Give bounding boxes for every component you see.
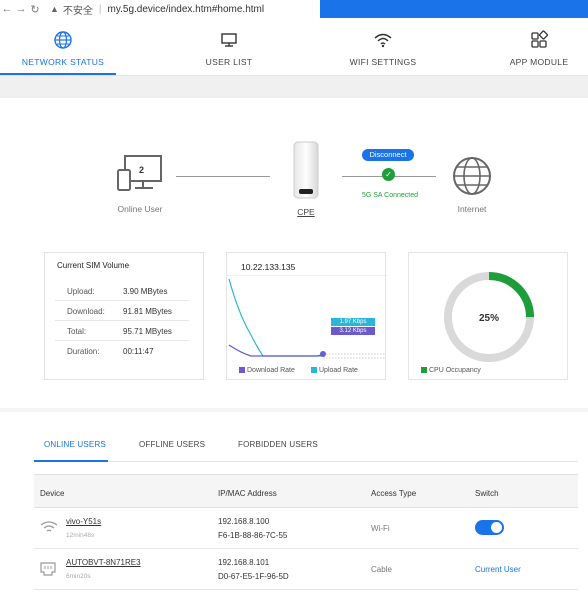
- check-icon: ✓: [382, 168, 395, 181]
- tab-online-users[interactable]: ONLINE USERS: [44, 440, 106, 449]
- tab-forbidden-users[interactable]: FORBIDDEN USERS: [238, 440, 318, 449]
- device-duration: 6min20s: [66, 573, 91, 580]
- device-switch-toggle[interactable]: [475, 520, 504, 535]
- internet-globe-icon: [452, 156, 492, 201]
- cpu-legend: CPU Occupancy: [421, 367, 481, 374]
- tab-label: USER LIST: [205, 57, 253, 67]
- device-mac: D0-67-E5-1F-96-5D: [218, 572, 289, 581]
- cpu-percent: 25%: [478, 313, 499, 324]
- sim-row-download: Download: 91.81 MBytes: [55, 301, 189, 321]
- sim-row-upload: Upload: 3.90 MBytes: [55, 281, 189, 301]
- cpu-legend-swatch: [421, 367, 427, 373]
- device-access-type: Wi-Fi: [371, 524, 390, 533]
- download-rate-badge: 3.12 Kbps: [331, 327, 375, 335]
- globe-icon: [10, 30, 116, 52]
- current-user-label: Current User: [475, 565, 521, 574]
- sim-row-label: Total:: [67, 327, 87, 336]
- device-duration: 12min48s: [66, 532, 95, 539]
- sim-row-duration: Duration: 00:11:47: [55, 341, 189, 361]
- device-name[interactable]: AUTOBVT-8N71RE3: [66, 558, 141, 567]
- table-header: Device IP/MAC Address Access Type Switch: [34, 474, 578, 508]
- device-ip: 192.168.8.101: [218, 558, 270, 567]
- users-section: ONLINE USERS OFFLINE USERS FORBIDDEN USE…: [0, 412, 588, 593]
- upload-rate-line: [228, 278, 323, 357]
- column-header-access-type: Access Type: [371, 489, 417, 498]
- tab-offline-users[interactable]: OFFLINE USERS: [139, 440, 205, 449]
- tabs-divider: [34, 461, 578, 462]
- wifi-icon: [40, 521, 58, 535]
- ethernet-port-icon: [40, 562, 56, 578]
- sim-row-value: 3.90 MBytes: [123, 287, 168, 296]
- warning-icon[interactable]: ▲: [50, 4, 59, 14]
- upload-legend-swatch: [311, 367, 317, 373]
- online-user-count: 2: [139, 165, 145, 175]
- url-separator: |: [98, 3, 102, 15]
- column-header-ip-mac: IP/MAC Address: [218, 489, 277, 498]
- browser-accent-strip: [320, 0, 588, 18]
- upload-rate-badge: 1.97 Kbps: [331, 318, 375, 326]
- sim-volume-title: Current SIM Volume: [57, 261, 130, 270]
- tab-label: WIFI SETTINGS: [349, 57, 417, 67]
- security-label: 不安全: [62, 5, 93, 17]
- sim-row-value: 95.71 MBytes: [123, 327, 172, 336]
- link-line: [176, 176, 270, 177]
- top-navigation: NETWORK STATUS USER LIST WIFI SETTINGS A…: [0, 18, 588, 76]
- tab-label: NETWORK STATUS: [21, 57, 105, 67]
- reload-icon[interactable]: ↻: [28, 3, 42, 16]
- rate-card: 10.22.133.135 1.97 Kbps 3.12 Kbps Downlo…: [226, 252, 387, 380]
- back-icon[interactable]: ←: [0, 3, 14, 15]
- table-row: AUTOBVT-8N71RE3 6min20s 192.168.8.101 D0…: [34, 550, 578, 590]
- tab-label: APP MODULE: [509, 57, 569, 67]
- active-tab-indicator: [0, 73, 116, 75]
- cpu-card: 25% CPU Occupancy: [408, 252, 568, 380]
- device-mac: F6-1B-88-86-7C-55: [218, 531, 288, 540]
- upload-legend: Upload Rate: [311, 367, 358, 374]
- sim-row-value: 91.81 MBytes: [123, 307, 172, 316]
- tab-wifi-settings[interactable]: WIFI SETTINGS: [330, 18, 436, 76]
- download-rate-line: [228, 344, 324, 357]
- download-legend: Download Rate: [239, 367, 295, 374]
- device-access-type: Cable: [371, 565, 392, 574]
- online-user-icon[interactable]: [117, 154, 165, 199]
- address-bar[interactable]: my.5g.device/index.htm#home.html: [108, 4, 265, 15]
- disconnect-button[interactable]: Disconnect: [362, 149, 414, 161]
- browser-bar: ← → ↻ ▲ 不安全 | my.5g.device/index.htm#hom…: [0, 0, 588, 18]
- active-user-tab-indicator: [34, 460, 108, 462]
- device-ip: 192.168.8.100: [218, 517, 270, 526]
- section-divider: [0, 76, 588, 98]
- cpe-device-icon[interactable]: [291, 140, 321, 207]
- app-grid-icon: [486, 30, 588, 52]
- forward-icon[interactable]: →: [14, 3, 28, 15]
- toggle-knob: [491, 522, 502, 533]
- tab-app-module[interactable]: APP MODULE: [486, 18, 588, 76]
- download-legend-label: Download Rate: [247, 367, 295, 374]
- wan-ip: 10.22.133.135: [241, 262, 296, 272]
- table-row: vivo-Y51s 12min48s 192.168.8.100 F6-1B-8…: [34, 509, 578, 549]
- sim-row-total: Total: 95.71 MBytes: [55, 321, 189, 341]
- upload-legend-label: Upload Rate: [319, 367, 358, 374]
- tab-network-status[interactable]: NETWORK STATUS: [10, 18, 116, 76]
- internet-label: Internet: [457, 204, 487, 214]
- device-name[interactable]: vivo-Y51s: [66, 517, 101, 526]
- tab-user-list[interactable]: USER LIST: [176, 18, 282, 76]
- sim-row-value: 00:11:47: [123, 347, 154, 356]
- monitor-icon: [176, 30, 282, 52]
- sim-volume-card: Current SIM Volume Upload: 3.90 MBytes D…: [44, 252, 204, 380]
- sim-row-label: Duration:: [67, 347, 100, 356]
- online-user-label: Online User: [117, 204, 163, 214]
- sim-row-label: Download:: [67, 307, 105, 316]
- cpe-label[interactable]: CPE: [286, 207, 326, 217]
- download-legend-swatch: [239, 367, 245, 373]
- sim-row-label: Upload:: [67, 287, 95, 296]
- cpu-legend-label: CPU Occupancy: [429, 367, 481, 374]
- column-header-switch: Switch: [475, 489, 499, 498]
- connection-status: 5G SA Connected: [361, 192, 419, 199]
- wifi-icon: [330, 30, 436, 52]
- column-header-device: Device: [40, 489, 65, 498]
